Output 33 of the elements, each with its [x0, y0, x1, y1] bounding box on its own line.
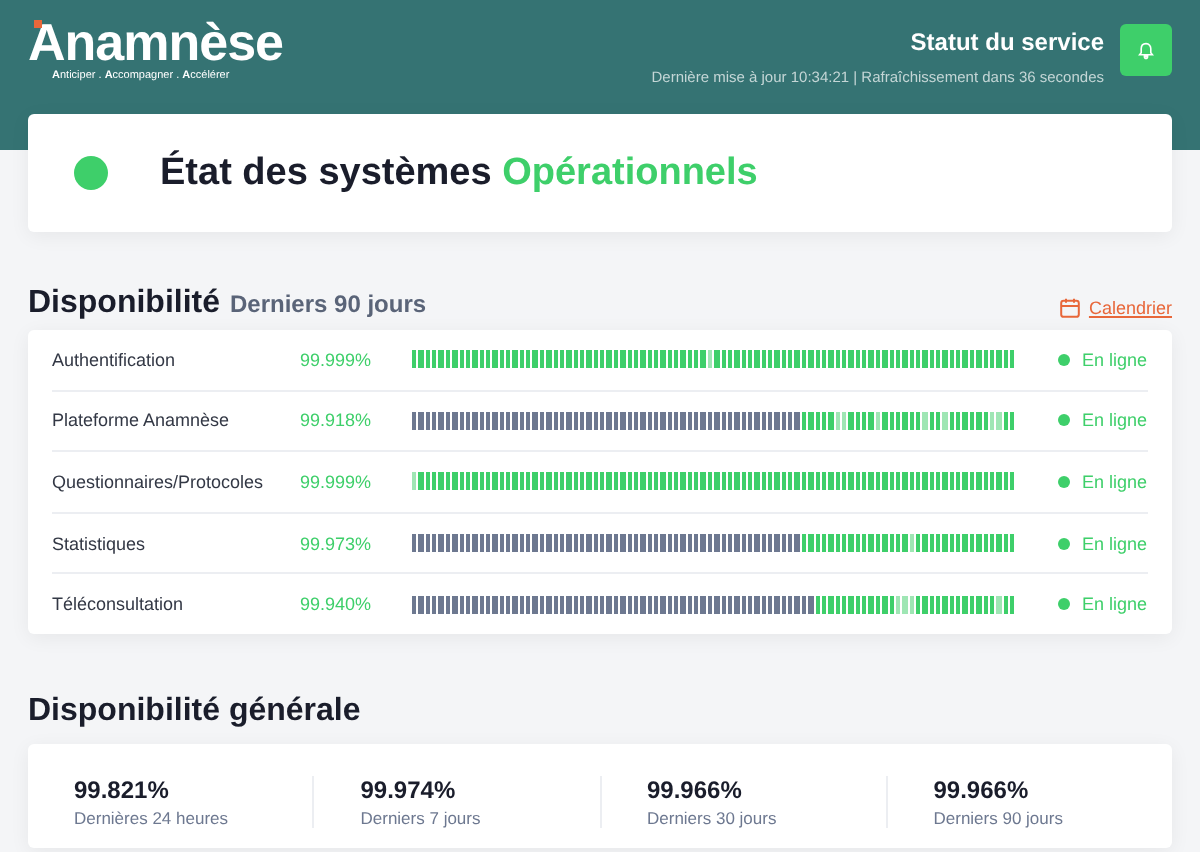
section-title: Disponibilité générale	[28, 693, 361, 730]
stat-value: 99.966%	[647, 775, 744, 804]
service-name: Authentification	[52, 349, 178, 370]
service-status: En ligne	[1082, 349, 1148, 370]
stat-label: Dernières 24 heures	[74, 807, 231, 828]
uptime-percentage: 99.999%	[300, 471, 374, 492]
uptime-percentage: 99.940%	[300, 594, 374, 615]
service-name: Statistiques	[52, 533, 148, 554]
service-status: En ligne	[1082, 533, 1148, 554]
stat-label: Derniers 30 jours	[647, 807, 779, 828]
stat-label: Derniers 7 jours	[360, 807, 483, 828]
bell-icon	[1138, 41, 1154, 59]
stat-value: 99.966%	[933, 775, 1031, 804]
stat-label: Derniers 90 jours	[933, 807, 1065, 828]
system-status-text: État des systèmes Opérationnels	[160, 151, 758, 195]
calendar-link[interactable]: Calendrier	[1060, 298, 1172, 318]
uptime-percentage: 99.999%	[300, 349, 374, 370]
stat-value: 99.821%	[74, 775, 171, 804]
calendar-icon	[1060, 298, 1081, 318]
service-status: En ligne	[1082, 471, 1148, 492]
section-subtitle: Derniers 90 jours	[230, 290, 427, 318]
service-status-title: Statut du service	[908, 28, 1104, 56]
service-name: Questionnaires/Protocoles	[52, 471, 266, 492]
service-name: Plateforme Anamnèse	[52, 410, 232, 431]
stat-value: 99.974%	[360, 775, 458, 804]
service-status: En ligne	[1082, 410, 1148, 431]
section-title: Disponibilité	[28, 286, 220, 322]
uptime-percentage: 99.918%	[300, 410, 374, 431]
service-status: En ligne	[1082, 594, 1148, 615]
notification-button[interactable]	[1120, 24, 1172, 76]
uptime-percentage: 99.973%	[300, 533, 374, 554]
logo: Anamnèse	[28, 14, 283, 70]
service-name: Téléconsultation	[52, 594, 186, 615]
